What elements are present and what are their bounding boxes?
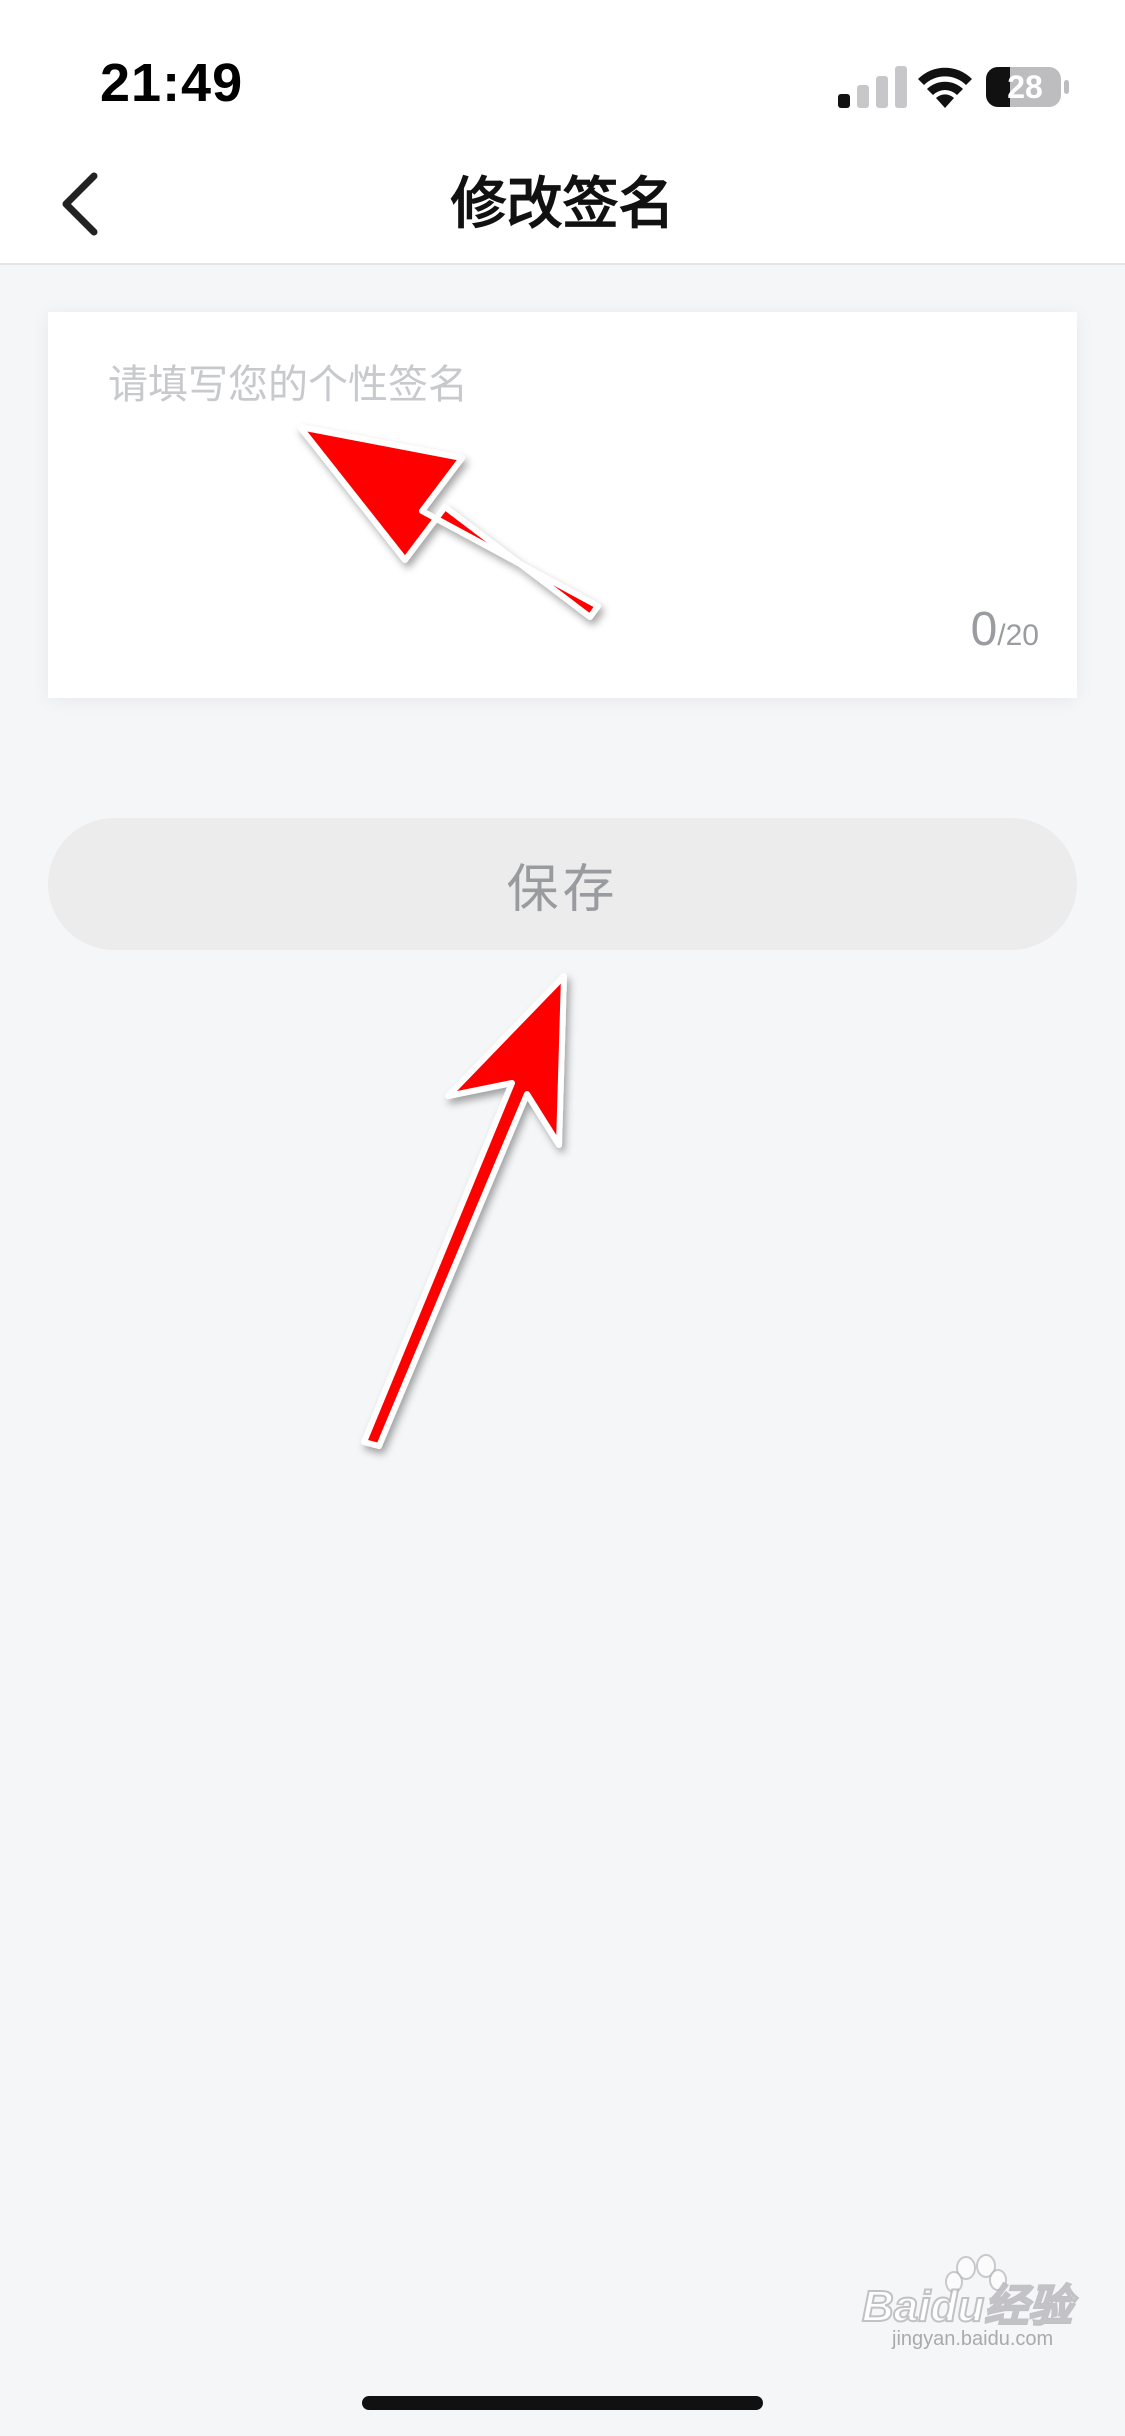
page-title: 修改签名 (450, 172, 675, 237)
signal-icon (838, 66, 907, 108)
arrow-to-save (361, 973, 567, 1449)
home-indicator[interactable] (362, 2396, 763, 2410)
char-counter: 0/20 (971, 602, 1039, 657)
char-count: 0 (970, 603, 998, 656)
status-time: 21:49 (100, 53, 244, 113)
char-limit: /20 (997, 619, 1039, 652)
watermark-url: jingyan.baidu.com (892, 2328, 1054, 2350)
nav-bar: 修改签名 (0, 150, 1125, 265)
signature-input[interactable] (108, 352, 1018, 572)
status-bar: 21:49 28 (0, 0, 1125, 150)
battery-level: 28 (1007, 69, 1043, 105)
signature-card: 0/20 (48, 312, 1077, 698)
wifi-icon (918, 67, 972, 108)
watermark-brand: Baidu经验 (861, 2281, 1073, 2332)
save-button[interactable]: 保存 (48, 818, 1077, 950)
